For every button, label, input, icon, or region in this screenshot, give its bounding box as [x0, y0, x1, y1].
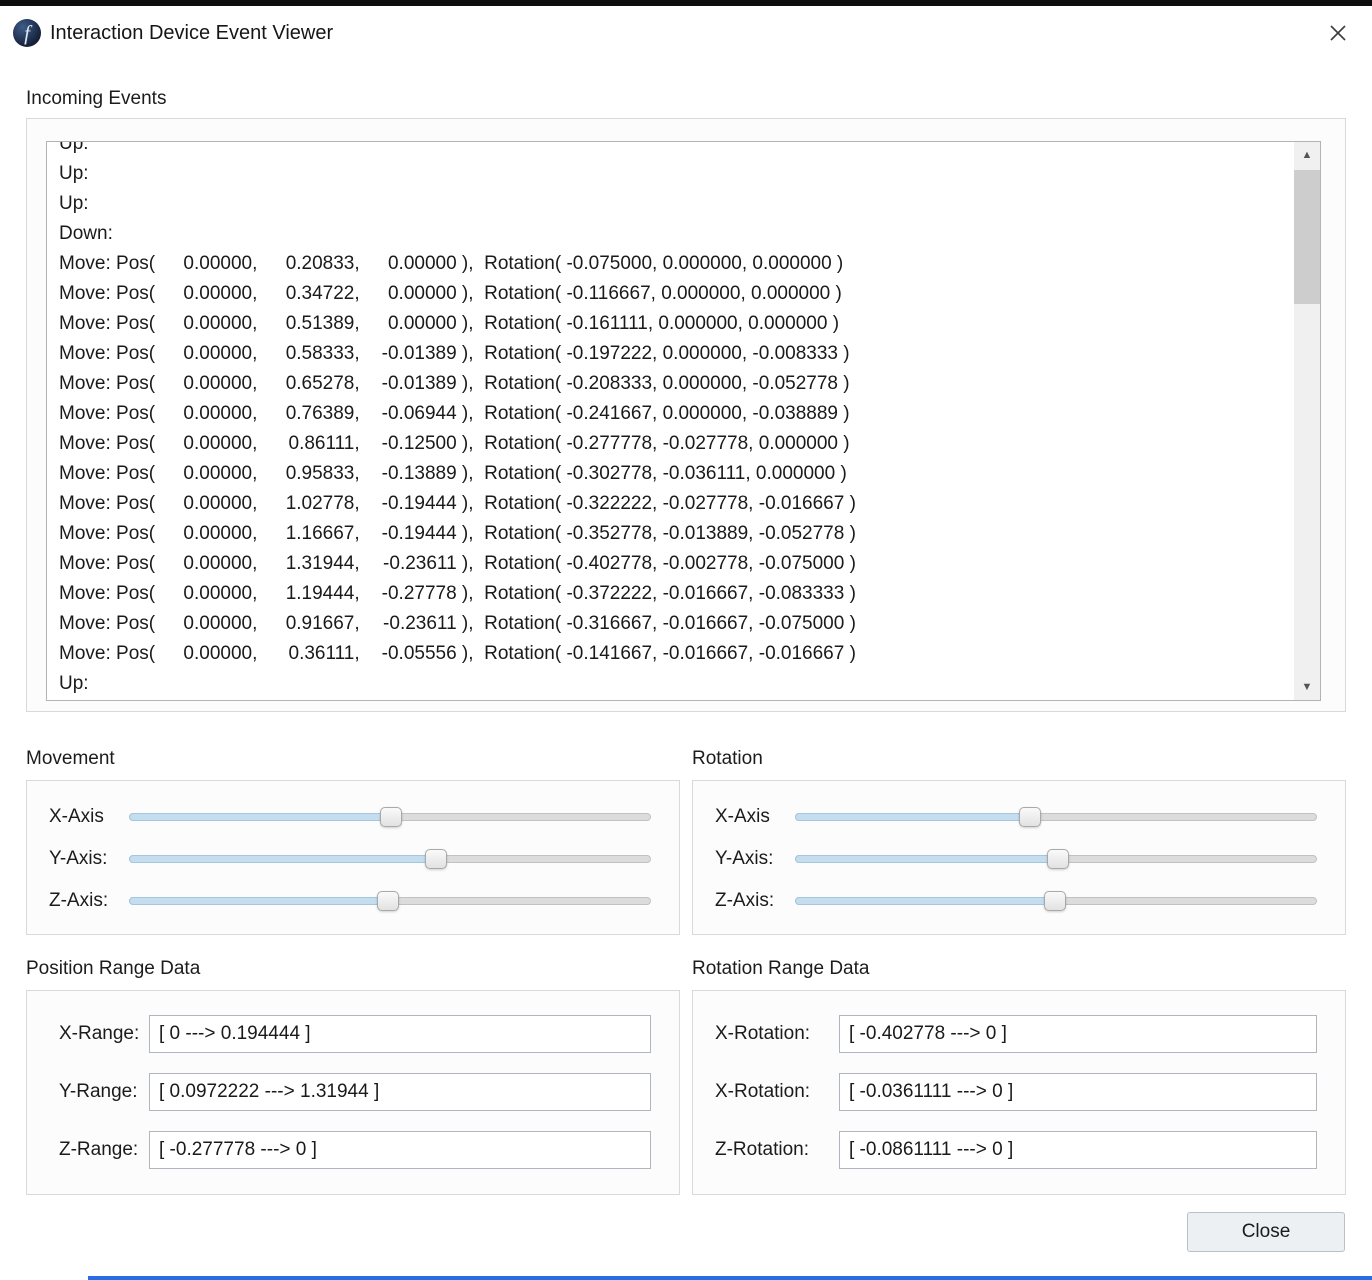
event-line: Move: Pos(0.00000,0.65278,-0.01389 ), Ro…	[59, 369, 1294, 399]
scrollbar-thumb[interactable]	[1294, 170, 1320, 304]
event-line: Move: Pos(0.00000,0.58333,-0.01389 ), Ro…	[59, 339, 1294, 369]
incoming-events-group: Up:Up:Up:Down:Move: Pos(0.00000,0.20833,…	[26, 118, 1346, 712]
slider-thumb[interactable]	[1047, 849, 1069, 869]
slider-thumb[interactable]	[377, 891, 399, 911]
x-rotation-field-2[interactable]: [ -0.0361111 ---> 0 ]	[839, 1073, 1317, 1111]
x-rotation-label: X-Rotation:	[715, 1023, 839, 1045]
event-line: Up:	[59, 189, 1294, 219]
movement-y-slider[interactable]	[129, 848, 651, 870]
y-range-row: Y-Range: [ 0.0972222 ---> 1.31944 ]	[27, 1073, 679, 1111]
scroll-up-button[interactable]: ▲	[1294, 142, 1320, 168]
section-label-movement: Movement	[26, 748, 115, 770]
slider-fill	[795, 813, 1030, 821]
z-range-row: Z-Range: [ -0.277778 ---> 0 ]	[27, 1131, 679, 1169]
event-line: Move: Pos(0.00000,0.76389,-0.06944 ), Ro…	[59, 399, 1294, 429]
rotation-y-slider[interactable]	[795, 848, 1317, 870]
title-bar: f Interaction Device Event Viewer	[0, 6, 1372, 60]
movement-y-row: Y-Axis:	[49, 838, 651, 880]
y-range-label: Y-Range:	[59, 1081, 149, 1103]
vertical-scrollbar[interactable]: ▲ ▼	[1294, 142, 1320, 700]
section-label-rotation-range: Rotation Range Data	[692, 958, 869, 980]
x-rotation-field[interactable]: [ -0.402778 ---> 0 ]	[839, 1015, 1317, 1053]
rotation-range-group: X-Rotation: [ -0.402778 ---> 0 ] X-Rotat…	[692, 990, 1346, 1195]
x-rotation-row: X-Rotation: [ -0.402778 ---> 0 ]	[693, 1015, 1345, 1053]
event-log: Up:Up:Up:Down:Move: Pos(0.00000,0.20833,…	[47, 142, 1294, 699]
position-range-group: X-Range: [ 0 ---> 0.194444 ] Y-Range: [ …	[26, 990, 680, 1195]
screen-bottom-edge	[88, 1276, 1372, 1280]
event-line: Move: Pos(0.00000,0.20833,0.00000 ), Rot…	[59, 249, 1294, 279]
event-line: Move: Pos(0.00000,1.02778,-0.19444 ), Ro…	[59, 489, 1294, 519]
x-rotation-label-2: X-Rotation:	[715, 1081, 839, 1103]
rotation-x-row: X-Axis	[715, 796, 1317, 838]
slider-thumb[interactable]	[1019, 807, 1041, 827]
app-icon: f	[13, 19, 41, 47]
movement-x-slider[interactable]	[129, 806, 651, 828]
z-range-label: Z-Range:	[59, 1139, 149, 1161]
event-line: Move: Pos(0.00000,0.95833,-0.13889 ), Ro…	[59, 459, 1294, 489]
movement-z-row: Z-Axis:	[49, 880, 651, 922]
z-rotation-field[interactable]: [ -0.0861111 ---> 0 ]	[839, 1131, 1317, 1169]
movement-x-label: X-Axis	[49, 806, 129, 828]
event-log-viewport: Up:Up:Up:Down:Move: Pos(0.00000,0.20833,…	[47, 142, 1294, 700]
slider-thumb[interactable]	[380, 807, 402, 827]
rotation-z-label: Z-Axis:	[715, 890, 795, 912]
event-line: Move: Pos(0.00000,0.34722,0.00000 ), Rot…	[59, 279, 1294, 309]
event-line: Move: Pos(0.00000,1.19444,-0.27778 ), Ro…	[59, 579, 1294, 609]
z-range-field[interactable]: [ -0.277778 ---> 0 ]	[149, 1131, 651, 1169]
event-line: Move: Pos(0.00000,0.86111,-0.12500 ), Ro…	[59, 429, 1294, 459]
close-icon	[1329, 24, 1347, 42]
event-line: Up:	[59, 159, 1294, 189]
rotation-x-slider[interactable]	[795, 806, 1317, 828]
x-range-row: X-Range: [ 0 ---> 0.194444 ]	[27, 1015, 679, 1053]
rotation-y-row: Y-Axis:	[715, 838, 1317, 880]
event-line: Move: Pos(0.00000,1.16667,-0.19444 ), Ro…	[59, 519, 1294, 549]
slider-fill	[795, 855, 1058, 863]
slider-fill	[129, 897, 388, 905]
rotation-group: X-Axis Y-Axis: Z-Axis:	[692, 780, 1346, 935]
rotation-z-slider[interactable]	[795, 890, 1317, 912]
event-line: Up:	[59, 142, 1294, 159]
section-label-position-range: Position Range Data	[26, 958, 200, 980]
slider-thumb[interactable]	[1044, 891, 1066, 911]
slider-fill	[129, 813, 391, 821]
event-line: Up:	[59, 669, 1294, 699]
rotation-x-label: X-Axis	[715, 806, 795, 828]
x-rotation-row-2: X-Rotation: [ -0.0361111 ---> 0 ]	[693, 1073, 1345, 1111]
event-line: Down:	[59, 219, 1294, 249]
x-range-field[interactable]: [ 0 ---> 0.194444 ]	[149, 1015, 651, 1053]
event-line: Move: Pos(0.00000,0.51389,0.00000 ), Rot…	[59, 309, 1294, 339]
movement-z-label: Z-Axis:	[49, 890, 129, 912]
event-line: Move: Pos(0.00000,0.91667,-0.23611 ), Ro…	[59, 609, 1294, 639]
section-label-incoming-events: Incoming Events	[26, 88, 166, 110]
section-label-rotation: Rotation	[692, 748, 763, 770]
scroll-down-button[interactable]: ▼	[1294, 674, 1320, 700]
event-log-box[interactable]: Up:Up:Up:Down:Move: Pos(0.00000,0.20833,…	[46, 141, 1321, 701]
movement-z-slider[interactable]	[129, 890, 651, 912]
slider-fill	[795, 897, 1055, 905]
event-line: Move: Pos(0.00000,0.36111,-0.05556 ), Ro…	[59, 639, 1294, 669]
slider-fill	[129, 855, 436, 863]
movement-y-label: Y-Axis:	[49, 848, 129, 870]
app-icon-glyph: f	[24, 23, 30, 44]
event-line: Move: Pos(0.00000,1.31944,-0.23611 ), Ro…	[59, 549, 1294, 579]
close-window-button[interactable]	[1320, 17, 1356, 49]
x-range-label: X-Range:	[59, 1023, 149, 1045]
rotation-y-label: Y-Axis:	[715, 848, 795, 870]
movement-x-row: X-Axis	[49, 796, 651, 838]
z-rotation-label: Z-Rotation:	[715, 1139, 839, 1161]
rotation-z-row: Z-Axis:	[715, 880, 1317, 922]
slider-thumb[interactable]	[425, 849, 447, 869]
movement-group: X-Axis Y-Axis: Z-Axis:	[26, 780, 680, 935]
z-rotation-row: Z-Rotation: [ -0.0861111 ---> 0 ]	[693, 1131, 1345, 1169]
window-title: Interaction Device Event Viewer	[50, 22, 333, 45]
close-dialog-button[interactable]: Close	[1187, 1212, 1345, 1252]
y-range-field[interactable]: [ 0.0972222 ---> 1.31944 ]	[149, 1073, 651, 1111]
